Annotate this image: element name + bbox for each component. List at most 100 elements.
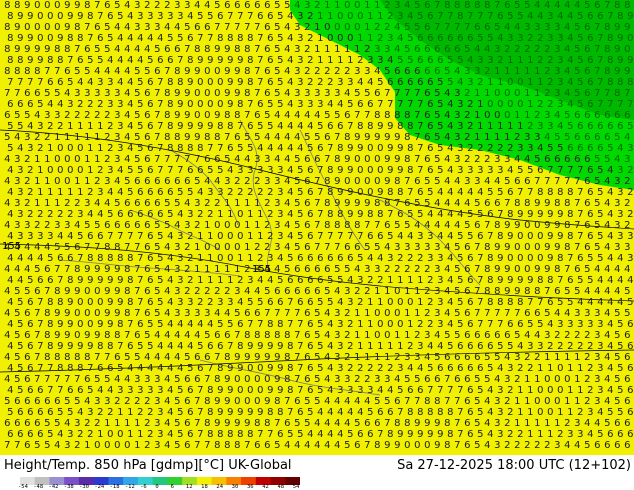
value-glyph: 8 xyxy=(217,121,223,132)
value-glyph: 8 xyxy=(17,55,23,66)
value-glyph: 4 xyxy=(454,176,460,187)
value-glyph: 8 xyxy=(284,352,290,363)
value-glyph: 3 xyxy=(114,154,120,165)
value-glyph: 0 xyxy=(554,396,560,407)
value-glyph: 0 xyxy=(214,242,220,253)
value-glyph: 5 xyxy=(367,407,373,418)
value-glyph: 2 xyxy=(544,440,550,451)
value-glyph: 6 xyxy=(24,374,30,385)
value-glyph: 7 xyxy=(94,0,100,11)
value-glyph: 4 xyxy=(327,341,333,352)
value-glyph: 5 xyxy=(107,33,113,44)
value-glyph: 3 xyxy=(104,88,110,99)
value-glyph: 9 xyxy=(257,341,263,352)
value-glyph: 8 xyxy=(224,352,230,363)
value-glyph: 6 xyxy=(94,22,100,33)
value-glyph: 6 xyxy=(424,66,430,77)
value-glyph: 1 xyxy=(34,198,40,209)
value-glyph: 6 xyxy=(144,308,150,319)
value-glyph: 8 xyxy=(567,231,573,242)
value-glyph: 4 xyxy=(314,418,320,429)
value-glyph: 2 xyxy=(207,297,213,308)
value-glyph: 5 xyxy=(354,418,360,429)
value-glyph: 3 xyxy=(594,308,600,319)
value-glyph: 4 xyxy=(164,22,170,33)
value-glyph: 0 xyxy=(557,363,563,374)
value-glyph: 6 xyxy=(27,341,33,352)
value-glyph: 7 xyxy=(627,99,633,110)
value-glyph: 3 xyxy=(267,253,273,264)
value-glyph: 6 xyxy=(37,275,43,286)
value-glyph: 0 xyxy=(324,22,330,33)
value-glyph: 6 xyxy=(214,330,220,341)
value-glyph: 0 xyxy=(407,297,413,308)
value-glyph: 1 xyxy=(127,407,133,418)
value-glyph: 6 xyxy=(367,429,373,440)
value-glyph: 5 xyxy=(527,319,533,330)
value-glyph: 4 xyxy=(117,77,123,88)
value-glyph: 4 xyxy=(334,396,340,407)
value-glyph: 6 xyxy=(607,429,613,440)
value-glyph: 6 xyxy=(304,374,310,385)
value-glyph: 9 xyxy=(377,121,383,132)
value-glyph: 1 xyxy=(104,418,110,429)
value-glyph: 4 xyxy=(184,330,190,341)
colorbar-tick: 36 xyxy=(246,484,254,490)
value-glyph: 1 xyxy=(244,242,250,253)
value-glyph: 8 xyxy=(254,418,260,429)
value-glyph: 7 xyxy=(254,44,260,55)
value-glyph: 5 xyxy=(354,88,360,99)
value-glyph: 4 xyxy=(454,198,460,209)
value-glyph: 7 xyxy=(194,396,200,407)
value-glyph: 7 xyxy=(94,242,100,253)
value-glyph: 6 xyxy=(427,11,433,22)
value-glyph: 1 xyxy=(327,11,333,22)
value-glyph: 7 xyxy=(557,165,563,176)
value-glyph: 7 xyxy=(464,22,470,33)
value-glyph: 4 xyxy=(214,176,220,187)
value-glyph: 6 xyxy=(327,253,333,264)
value-glyph: 3 xyxy=(497,165,503,176)
value-glyph: 5 xyxy=(157,253,163,264)
value-glyph: 0 xyxy=(234,374,240,385)
value-glyph: 0 xyxy=(37,11,43,22)
value-glyph: 3 xyxy=(217,187,223,198)
value-glyph: 7 xyxy=(334,242,340,253)
value-glyph: 0 xyxy=(547,385,553,396)
value-glyph: 2 xyxy=(307,33,313,44)
value-glyph: 8 xyxy=(567,187,573,198)
value-glyph: 4 xyxy=(137,55,143,66)
value-glyph: 6 xyxy=(234,0,240,11)
value-glyph: 2 xyxy=(194,286,200,297)
value-glyph: 5 xyxy=(144,66,150,77)
value-glyph: 6 xyxy=(367,99,373,110)
value-glyph: 9 xyxy=(197,121,203,132)
value-glyph: 7 xyxy=(454,418,460,429)
value-glyph: 8 xyxy=(237,33,243,44)
value-glyph: 5 xyxy=(427,187,433,198)
value-glyph: 5 xyxy=(244,132,250,143)
value-glyph: 4 xyxy=(4,176,10,187)
value-glyph: 3 xyxy=(27,143,33,154)
value-glyph: 0 xyxy=(504,110,510,121)
value-glyph: 1 xyxy=(374,352,380,363)
value-glyph: 4 xyxy=(554,308,560,319)
value-glyph: 6 xyxy=(187,165,193,176)
value-glyph: 9 xyxy=(544,198,550,209)
value-glyph: 0 xyxy=(94,286,100,297)
value-glyph: 1 xyxy=(94,154,100,165)
value-glyph: 4 xyxy=(574,440,580,451)
value-glyph: 0 xyxy=(514,242,520,253)
value-glyph: 4 xyxy=(267,143,273,154)
value-glyph: 5 xyxy=(224,154,230,165)
value-glyph: 5 xyxy=(434,352,440,363)
value-glyph: 6 xyxy=(467,275,473,286)
value-glyph: 7 xyxy=(357,231,363,242)
value-glyph: 6 xyxy=(304,154,310,165)
value-glyph: 7 xyxy=(624,88,630,99)
value-glyph: 6 xyxy=(587,231,593,242)
value-glyph: 2 xyxy=(377,363,383,374)
value-glyph: 5 xyxy=(374,396,380,407)
value-glyph: 7 xyxy=(474,286,480,297)
value-glyph: 3 xyxy=(247,165,253,176)
